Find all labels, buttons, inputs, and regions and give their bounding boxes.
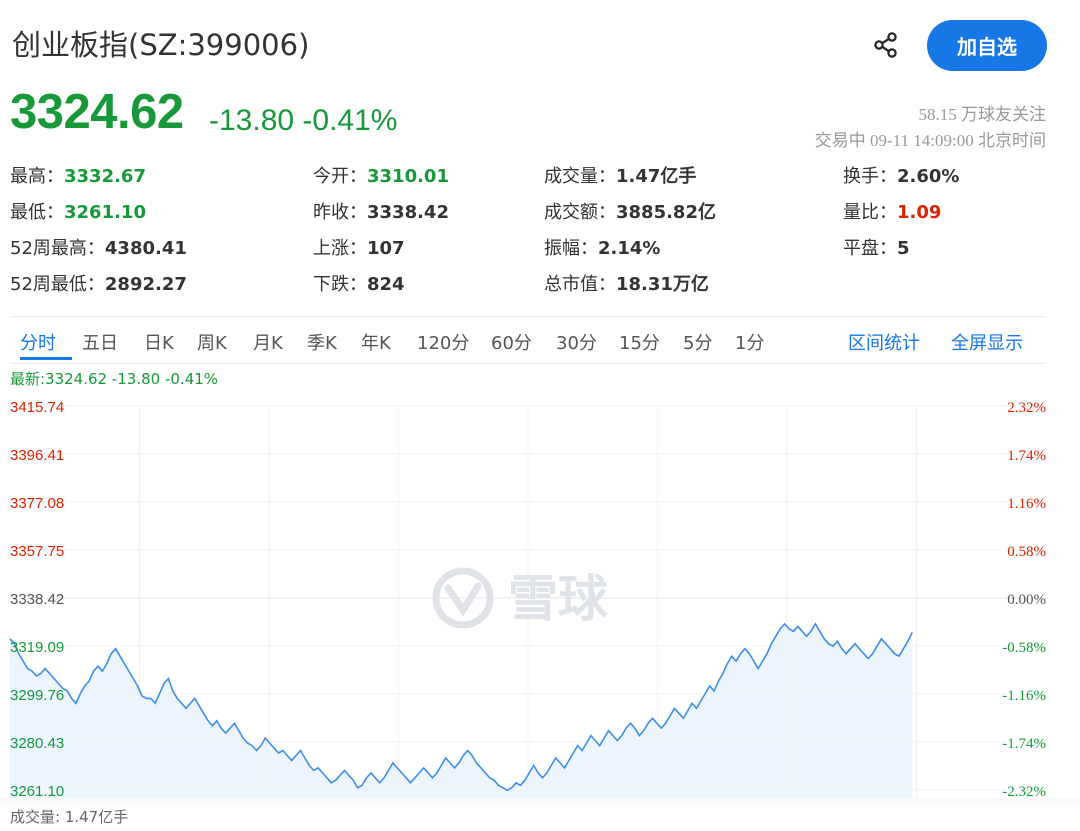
y-axis-tick-right: -1.74% [1002,736,1046,752]
fullscreen-link[interactable]: 全屏显示 [951,329,1023,355]
quote-item: 52周最高：4380.41 [10,234,187,260]
y-axis-tick-left: 3377.08 [10,495,64,512]
watermark-text: 雪球 [508,570,609,628]
quote-label: 成交量： [544,166,616,187]
quote-value: 1.09 [897,202,942,223]
tab-6[interactable]: 年K [361,329,391,355]
y-axis-tick-right: 1.16% [1007,496,1046,512]
quote-value: 3310.01 [367,166,449,187]
quote-item: 昨收：3338.42 [313,198,449,224]
quote-label: 量比： [843,202,897,223]
quote-item: 成交额：3885.82亿 [544,198,716,224]
quote-item: 量比：1.09 [843,198,941,224]
quote-value: 4380.41 [104,238,187,259]
latest-price-line: 最新:3324.62 -13.80 -0.41% [10,370,219,388]
range-stats-link[interactable]: 区间统计 [848,329,920,355]
y-axis-tick-right: -2.32% [1002,784,1046,800]
quote-item: 今开：3310.01 [313,162,449,188]
tab-1[interactable]: 五日 [82,329,118,355]
tab-9[interactable]: 30分 [556,329,597,355]
intraday-chart: 雪球 3415.74 2.32% 3396.41 1.74% 3377.08 1.16% 33… [0,399,1080,804]
price-area-fill [10,623,913,798]
quote-item: 平盘：5 [843,234,910,260]
quote-value: 2.60% [897,166,960,187]
quote-label: 成交额： [544,202,616,223]
quote-item: 总市值：18.31万亿 [544,270,709,296]
volume-area-bg [0,798,1080,804]
y-axis-tick-left: 3415.74 [10,399,64,416]
y-axis-tick-left: 3396.41 [10,447,64,464]
y-axis-tick-left: 3357.75 [10,543,64,560]
quote-value: 3338.42 [367,202,449,223]
current-price: 3324.62 [10,85,184,139]
quote-item: 下跌：824 [313,270,405,296]
quote-value: 5 [897,238,910,259]
quote-label: 总市值： [544,274,616,295]
change-amount: -13.80 [209,104,295,137]
quote-value: 824 [367,274,405,295]
change-percent: -0.41% [302,104,398,137]
quote-item: 上涨：107 [313,234,405,260]
quote-value: 18.31万亿 [616,274,709,295]
quote-value: 3261.10 [64,202,146,223]
y-axis-tick-left: 3319.09 [10,639,64,656]
quote-item: 最低：3261.10 [10,198,146,224]
quote-value: 107 [367,238,405,259]
quote-item: 52周最低：2892.27 [10,270,187,296]
quote-label: 下跌： [313,274,367,295]
quote-label: 振幅： [544,238,598,259]
tab-7[interactable]: 120分 [417,329,469,355]
quote-value: 1.47亿手 [616,166,697,187]
share-icon[interactable] [872,31,900,59]
quote-label: 上涨： [313,238,367,259]
quote-item: 最高：3332.67 [10,162,146,188]
quote-label: 最低： [10,202,64,223]
y-axis-tick-right: -0.58% [1002,640,1046,656]
y-axis-tick-left: 3338.42 [10,591,64,608]
volume-label: 成交量: 1.47亿手 [10,808,129,826]
tab-8[interactable]: 60分 [491,329,532,355]
tab-4[interactable]: 月K [253,329,283,355]
tab-5[interactable]: 季K [307,329,337,355]
y-axis-tick-right: -1.16% [1002,688,1046,704]
quote-label: 52周最高： [10,238,105,259]
followers-count: 58.15 万球友关注 [918,105,1047,124]
y-axis-tick-right: 1.74% [1007,448,1046,464]
stock-title: 创业板指(SZ:399006) [12,28,310,62]
y-axis-tick-right: 2.32% [1007,400,1046,416]
quote-label: 最高： [10,166,64,187]
add-to-watchlist-button[interactable]: 加自选 [927,20,1047,71]
y-axis-tick-left: 3299.76 [10,687,64,704]
y-axis-tick-left: 3280.43 [10,735,64,752]
quote-value: 2892.27 [104,274,187,295]
quote-label: 52周最低： [10,274,105,295]
quote-label: 昨收： [313,202,367,223]
tab-0[interactable]: 分时 [20,329,56,355]
quote-label: 换手： [843,166,897,187]
tab-11[interactable]: 5分 [683,329,712,355]
quote-value: 3332.67 [64,166,146,187]
y-axis-tick-left: 3261.10 [10,783,64,800]
chart-period-tabs: 分时 五日 日K 周K 月K 季K 年K 120分 60分 30分 15分 5分 1分 区间统计 全屏显示 [10,316,1046,364]
y-axis-tick-right: 0.00% [1007,592,1046,608]
tab-10[interactable]: 15分 [619,329,660,355]
tab-3[interactable]: 周K [197,329,227,355]
quote-item: 振幅：2.14% [544,234,660,260]
y-axis-tick-right: 0.58% [1007,544,1046,560]
tab-12[interactable]: 1分 [735,329,764,355]
price-change: -13.80 -0.41% [209,104,397,138]
quote-label: 平盘： [843,238,897,259]
quote-value: 2.14% [598,238,661,259]
tab-2[interactable]: 日K [144,329,174,355]
active-tab-indicator [20,357,72,360]
trade-status: 交易中 09-11 14:09:00 北京时间 [814,131,1046,150]
quote-label: 今开： [313,166,367,187]
quote-value: 3885.82亿 [616,202,716,223]
quote-item: 换手：2.60% [843,162,959,188]
quote-item: 成交量：1.47亿手 [544,162,696,188]
